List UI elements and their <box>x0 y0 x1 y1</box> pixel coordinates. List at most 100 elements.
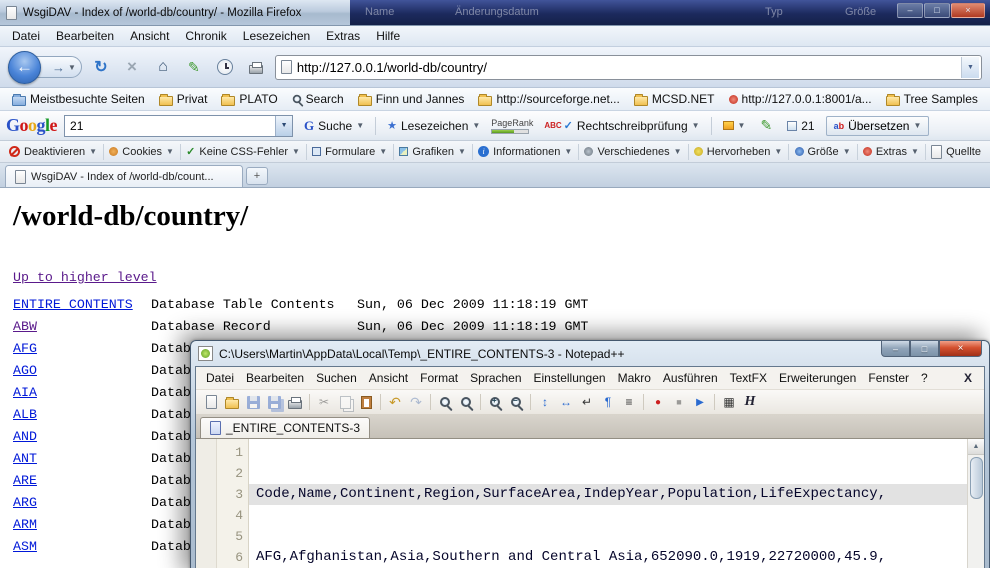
listing-link-ant[interactable]: ANT <box>13 451 37 466</box>
notepad-titlebar[interactable]: C:\Users\Martin\AppData\Local\Temp\_ENTI… <box>195 341 985 366</box>
google-bookmarks-button[interactable]: ★Lesezeichen▼ <box>383 117 484 135</box>
bookmark-search[interactable]: Search <box>286 91 350 107</box>
bookmark-sourceforge[interactable]: http://sourceforge.net... <box>472 91 625 107</box>
npp-menu-erweiterungen[interactable]: Erweiterungen <box>773 369 862 387</box>
minimize-button[interactable]: – <box>881 340 910 357</box>
record-macro-button[interactable]: ● <box>648 392 668 412</box>
sync-vertical-button[interactable]: ↕ <box>535 392 555 412</box>
spellcheck-button[interactable]: ABC✓Rechtschreibprüfung▼ <box>540 117 703 135</box>
url-dropdown-button[interactable]: ▼ <box>961 57 979 78</box>
npp-menu-einstellungen[interactable]: Einstellungen <box>528 369 612 387</box>
new-tab-button[interactable]: + <box>246 167 268 185</box>
zoom-in-button[interactable] <box>485 392 505 412</box>
doc-map-button[interactable]: ▦ <box>719 392 739 412</box>
npp-close-document-button[interactable]: X <box>956 371 980 385</box>
play-macro-button[interactable]: ▶ <box>690 392 710 412</box>
forward-button[interactable]: → ▼ <box>35 56 82 78</box>
close-button[interactable]: × <box>951 3 985 18</box>
listing-link-entire-contents[interactable]: ENTIRE CONTENTS <box>13 297 133 312</box>
bookmark-localhost-8001[interactable]: http://127.0.0.1:8001/a... <box>723 91 878 107</box>
copy-button[interactable] <box>335 392 355 412</box>
editor-line[interactable]: AFG,Afghanistan,Asia,Southern and Centra… <box>249 547 967 568</box>
new-file-button[interactable] <box>201 392 221 412</box>
maximize-button[interactable]: □ <box>910 340 939 357</box>
home-button[interactable]: ⌂ <box>151 54 175 80</box>
webdev-css[interactable]: ✓Keine CSS-Fehler▼ <box>181 144 305 159</box>
indent-guide-button[interactable]: ≡ <box>619 392 639 412</box>
save-button[interactable] <box>243 392 263 412</box>
document-tab[interactable]: _ENTIRE_CONTENTS-3 <box>200 417 370 438</box>
bookmark-privat[interactable]: Privat <box>153 91 214 107</box>
npp-menu-datei[interactable]: Datei <box>200 369 240 387</box>
bookmark-mcsd[interactable]: MCSD.NET <box>628 91 721 107</box>
webdev-resize[interactable]: Größe▼ <box>790 145 856 159</box>
close-button[interactable]: × <box>939 340 982 357</box>
vertical-scrollbar[interactable]: ▲ <box>967 439 984 568</box>
webdev-cookies[interactable]: Cookies▼ <box>104 145 179 159</box>
show-all-chars-button[interactable]: ¶ <box>598 392 618 412</box>
npp-menu-suchen[interactable]: Suchen <box>310 369 363 387</box>
maximize-button[interactable]: □ <box>924 3 950 18</box>
webdev-outline[interactable]: Hervorheben▼ <box>689 145 788 159</box>
back-button[interactable]: ← <box>8 51 41 84</box>
print-button[interactable] <box>244 54 268 80</box>
npp-menu-help[interactable]: ? <box>915 369 934 387</box>
textfx-button[interactable]: H <box>740 392 760 412</box>
webdev-information[interactable]: iInformationen▼ <box>473 145 577 159</box>
npp-menu-bearbeiten[interactable]: Bearbeiten <box>240 369 310 387</box>
listing-link-aia[interactable]: AIA <box>13 385 37 400</box>
text-content[interactable]: Code,Name,Continent,Region,SurfaceArea,I… <box>249 439 967 568</box>
stop-button[interactable]: × <box>120 54 144 80</box>
open-file-button[interactable] <box>222 392 242 412</box>
bookmark-plato[interactable]: PLATO <box>215 91 283 107</box>
word-wrap-button[interactable]: ↵ <box>577 392 597 412</box>
listing-link-are[interactable]: ARE <box>13 473 37 488</box>
menu-ansicht[interactable]: Ansicht <box>122 27 177 45</box>
webdev-disable[interactable]: Deaktivieren▼ <box>4 145 102 159</box>
paste-button[interactable] <box>356 392 376 412</box>
scrollbar-thumb[interactable] <box>970 457 983 499</box>
listing-link-arm[interactable]: ARM <box>13 517 37 532</box>
npp-menu-ansicht[interactable]: Ansicht <box>363 369 414 387</box>
print-button[interactable] <box>285 392 305 412</box>
listing-link-alb[interactable]: ALB <box>13 407 37 422</box>
find-button[interactable] <box>435 392 455 412</box>
menu-hilfe[interactable]: Hilfe <box>368 27 408 45</box>
translate-button[interactable]: abÜbersetzen▼ <box>826 116 930 136</box>
webdev-view-source[interactable]: Quellte <box>926 144 986 160</box>
listing-link-abw[interactable]: ABW <box>13 319 37 334</box>
send-to-button[interactable]: ▼ <box>719 119 750 132</box>
menu-chronik[interactable]: Chronik <box>177 27 234 45</box>
highlighter-button[interactable]: ✎ <box>756 115 776 136</box>
listing-link-and[interactable]: AND <box>13 429 37 444</box>
reload-button[interactable]: ↻ <box>89 54 113 80</box>
redo-button[interactable]: ↷ <box>406 392 426 412</box>
cut-button[interactable]: ✂ <box>314 392 334 412</box>
menu-bearbeiten[interactable]: Bearbeiten <box>48 27 122 45</box>
webdev-images[interactable]: Grafiken▼ <box>394 145 471 159</box>
listing-link-ago[interactable]: AGO <box>13 363 37 378</box>
history-clock-button[interactable] <box>213 54 237 80</box>
listing-link-afg[interactable]: AFG <box>13 341 37 356</box>
google-search-input[interactable] <box>65 116 275 136</box>
npp-menu-textfx[interactable]: TextFX <box>724 369 773 387</box>
scroll-up-arrow[interactable]: ▲ <box>968 439 984 455</box>
npp-menu-fenster[interactable]: Fenster <box>862 369 915 387</box>
npp-menu-format[interactable]: Format <box>414 369 464 387</box>
menu-datei[interactable]: Datei <box>4 27 48 45</box>
edit-page-button[interactable]: ✎ <box>182 54 206 80</box>
search-history-dropdown[interactable]: ▼ <box>275 116 292 136</box>
history-dropdown-icon[interactable]: ▼ <box>68 63 76 72</box>
menu-extras[interactable]: Extras <box>318 27 368 45</box>
editor-area[interactable]: 1 2 3 4 5 6 Code,Name,Continent,Region,S… <box>196 438 984 568</box>
pagerank-widget[interactable]: PageRank <box>491 118 533 134</box>
editor-line[interactable]: Code,Name,Continent,Region,SurfaceArea,I… <box>249 484 967 505</box>
bookmark-tree-samples[interactable]: Tree Samples <box>880 91 984 107</box>
npp-menu-ausfuehren[interactable]: Ausführen <box>657 369 724 387</box>
webdev-tools[interactable]: Extras▼ <box>858 145 924 159</box>
menu-lesezeichen[interactable]: Lesezeichen <box>235 27 318 45</box>
zoom-out-button[interactable] <box>506 392 526 412</box>
undo-button[interactable]: ↶ <box>385 392 405 412</box>
save-all-button[interactable] <box>264 392 284 412</box>
npp-menu-sprachen[interactable]: Sprachen <box>464 369 527 387</box>
